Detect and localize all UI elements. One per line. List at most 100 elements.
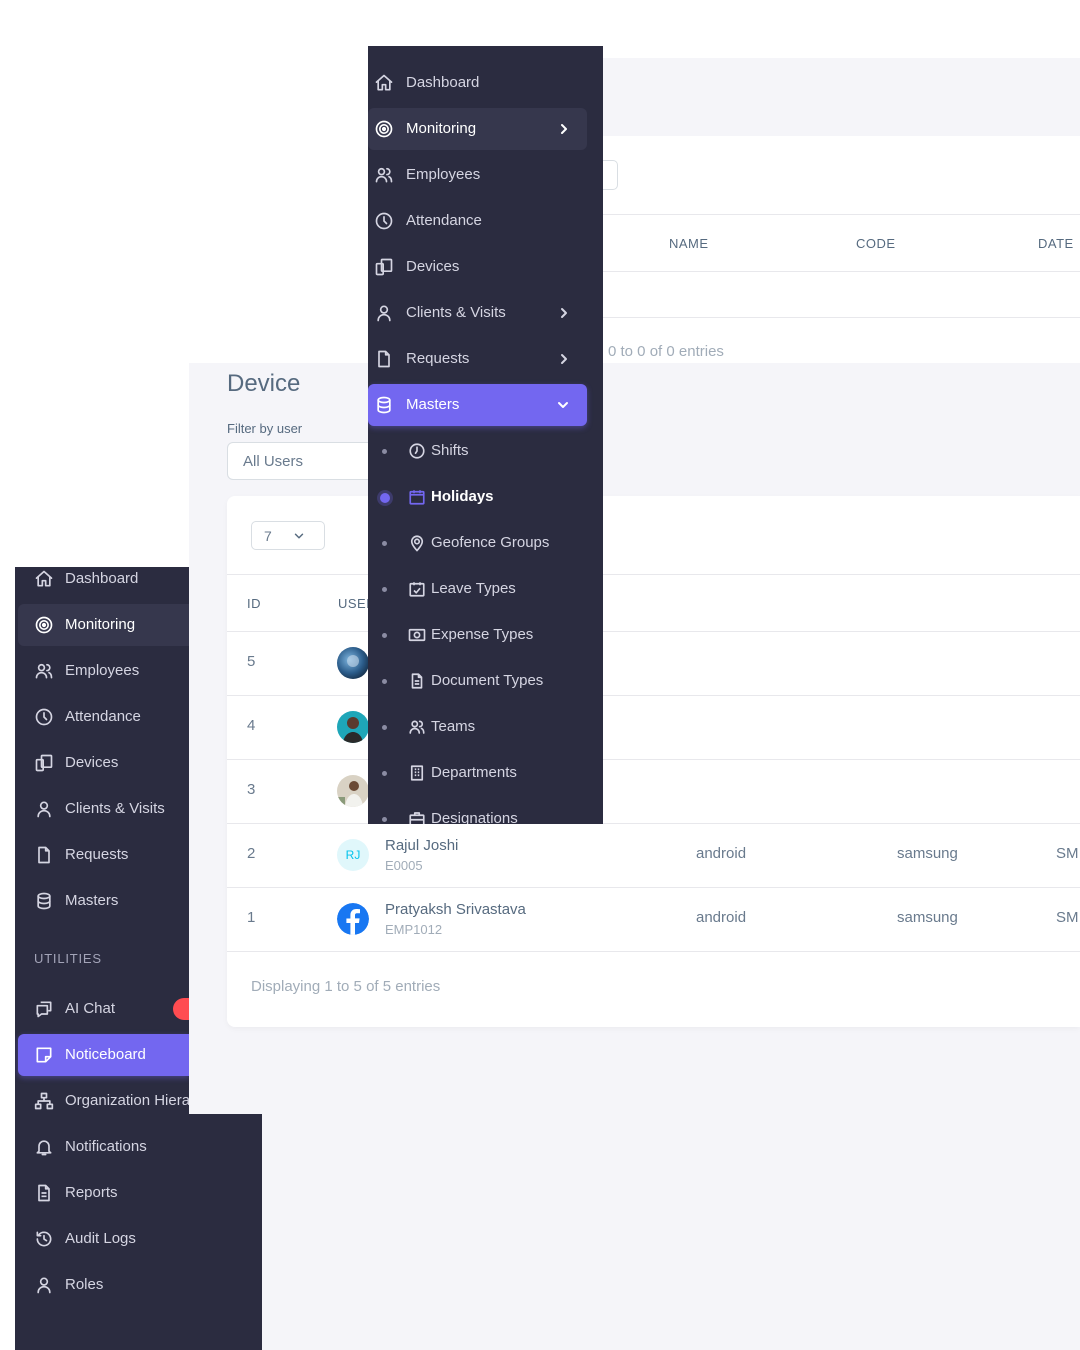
sidebar-item-label: AI Chat xyxy=(65,1000,116,1017)
bell-icon xyxy=(34,1137,54,1157)
device-brand: samsung xyxy=(897,845,958,862)
chevron-down-icon xyxy=(292,529,306,543)
file-icon xyxy=(34,845,54,865)
page-length-value: 7 xyxy=(264,528,272,544)
user-code: EMP1012 xyxy=(385,922,443,937)
chevron-down-icon xyxy=(555,397,571,413)
sidebar-item-label: Devices xyxy=(406,258,460,275)
sidebar-item-label: Employees xyxy=(65,662,140,679)
sidebar-item-label: Employees xyxy=(406,166,481,183)
submenu-item-document-types[interactable]: Document Types xyxy=(368,660,603,702)
holiday-search-input[interactable] xyxy=(603,160,618,190)
sidebar-item-devices[interactable]: Devices xyxy=(368,246,603,288)
submenu-item-teams[interactable]: Teams xyxy=(368,706,603,748)
table-row[interactable]: 3 xyxy=(227,759,1080,824)
sidebar-item-label: Attendance xyxy=(406,212,482,229)
sidebar-item-clients-visits[interactable]: Clients & Visits xyxy=(15,788,189,830)
sidebar-item-label: Masters xyxy=(65,892,119,909)
bullet-dot xyxy=(382,725,387,730)
column-header-code[interactable]: CODE xyxy=(856,236,896,251)
table-row[interactable]: 1 Pratyaksh Srivastava EMP1012 android s… xyxy=(227,887,1080,952)
page-length-select[interactable]: 7 xyxy=(251,521,325,550)
device-table-card: 7 ID USER 5 4 3 2 RJ Rajul Joshi E0005 a… xyxy=(227,496,1080,1027)
sidebar-item-ai-chat[interactable]: AI Chat xyxy=(15,988,189,1030)
user-icon xyxy=(34,1275,54,1295)
sidebar-item-label: Attendance xyxy=(65,708,141,725)
bullet-dot xyxy=(382,449,387,454)
sidebar-item-organization-hierarchy[interactable]: Organization Hierarchy xyxy=(15,1080,189,1114)
submenu-item-label: Designations xyxy=(431,810,518,824)
sidebar-item-masters[interactable]: Masters xyxy=(368,384,587,426)
sidebar-item-label: Requests xyxy=(65,846,129,863)
devices-icon xyxy=(34,753,54,773)
page-header-strip xyxy=(603,58,1080,70)
sidebar-item-attendance[interactable]: Attendance xyxy=(15,696,189,738)
sidebar-item-label: Clients & Visits xyxy=(65,800,165,817)
users-icon xyxy=(374,165,394,185)
submenu-item-label: Expense Types xyxy=(431,626,534,643)
submenu-item-departments[interactable]: Departments xyxy=(368,752,603,794)
filter-label: Filter by user xyxy=(227,421,303,436)
sidebar-item-requests[interactable]: Requests xyxy=(368,338,603,380)
sidebar-item-dashboard[interactable]: Dashboard xyxy=(15,567,189,600)
device-brand: samsung xyxy=(897,909,958,926)
target-icon xyxy=(34,615,54,635)
sidebar-item-label: Roles xyxy=(65,1276,104,1293)
submenu-item-label: Geofence Groups xyxy=(431,534,550,551)
user-name: Rajul Joshi xyxy=(385,837,459,854)
submenu-item-expense-types[interactable]: Expense Types xyxy=(368,614,603,656)
table-row-empty xyxy=(603,271,1080,318)
sidebar-item-devices[interactable]: Devices xyxy=(15,742,189,784)
sidebar-item-attendance[interactable]: Attendance xyxy=(368,200,603,242)
submenu-item-leave-types[interactable]: Leave Types xyxy=(368,568,603,610)
submenu-item-holidays[interactable]: Holidays xyxy=(368,476,603,518)
page-title: Device xyxy=(227,370,301,397)
sidebar-item-monitoring[interactable]: Monitoring xyxy=(18,604,189,646)
device-os: android xyxy=(696,909,747,926)
sidebar-item-monitoring[interactable]: Monitoring xyxy=(368,108,587,150)
sidebar-item-noticeboard[interactable]: Noticeboard xyxy=(18,1034,189,1076)
table-row[interactable]: 4 xyxy=(227,695,1080,760)
device-table-header: ID USER xyxy=(227,574,1080,632)
clock-icon xyxy=(34,707,54,727)
sidebar-item-requests[interactable]: Requests xyxy=(15,834,189,876)
bullet-dot xyxy=(382,541,387,546)
user-filter-select[interactable]: All Users xyxy=(227,442,387,480)
sidebar-item-reports[interactable]: Reports xyxy=(15,1172,262,1214)
user-filter-value: All Users xyxy=(243,453,304,470)
submenu-item-label: Holidays xyxy=(431,488,494,505)
map-pin-icon xyxy=(408,534,426,552)
column-header-name[interactable]: NAME xyxy=(669,236,709,251)
submenu-item-shifts[interactable]: Shifts xyxy=(368,430,603,472)
bullet-dot xyxy=(382,587,387,592)
submenu-item-label: Departments xyxy=(431,764,517,781)
device-model: SM xyxy=(1056,845,1079,862)
device-model: SM xyxy=(1056,909,1079,926)
sidebar-item-label: Clients & Visits xyxy=(406,304,506,321)
devices-icon xyxy=(374,257,394,277)
user-icon xyxy=(374,303,394,323)
sidebar-item-employees[interactable]: Employees xyxy=(15,650,189,692)
sidebar-item-masters[interactable]: Masters xyxy=(15,880,189,922)
sidebar-item-roles[interactable]: Roles xyxy=(15,1264,262,1306)
submenu-item-designations[interactable]: Designations xyxy=(368,798,603,824)
sidebar-item-label: Reports xyxy=(65,1184,118,1201)
chevron-right-icon xyxy=(556,305,572,321)
table-row[interactable]: 2 RJ Rajul Joshi E0005 android samsung S… xyxy=(227,823,1080,888)
sidebar-item-employees[interactable]: Employees xyxy=(368,154,603,196)
column-header-date[interactable]: DATE xyxy=(1038,236,1074,251)
sidebar-item-label: Monitoring xyxy=(406,120,477,137)
sidebar-item-label: Monitoring xyxy=(65,616,136,633)
sitemap-icon xyxy=(34,1091,54,1111)
sidebar-item-audit-logs[interactable]: Audit Logs xyxy=(15,1218,262,1260)
submenu-item-label: Teams xyxy=(431,718,476,735)
submenu-item-geofence-groups[interactable]: Geofence Groups xyxy=(368,522,603,564)
sidebar-item-clients-visits[interactable]: Clients & Visits xyxy=(368,292,603,334)
cash-icon xyxy=(408,626,426,644)
notification-badge xyxy=(173,998,189,1020)
table-row[interactable]: 5 xyxy=(227,631,1080,696)
sidebar-item-notifications[interactable]: Notifications xyxy=(15,1126,262,1168)
sidebar-item-dashboard[interactable]: Dashboard xyxy=(368,62,603,104)
section-header-utilities: UTILITIES xyxy=(34,951,102,966)
database-icon xyxy=(374,395,394,415)
